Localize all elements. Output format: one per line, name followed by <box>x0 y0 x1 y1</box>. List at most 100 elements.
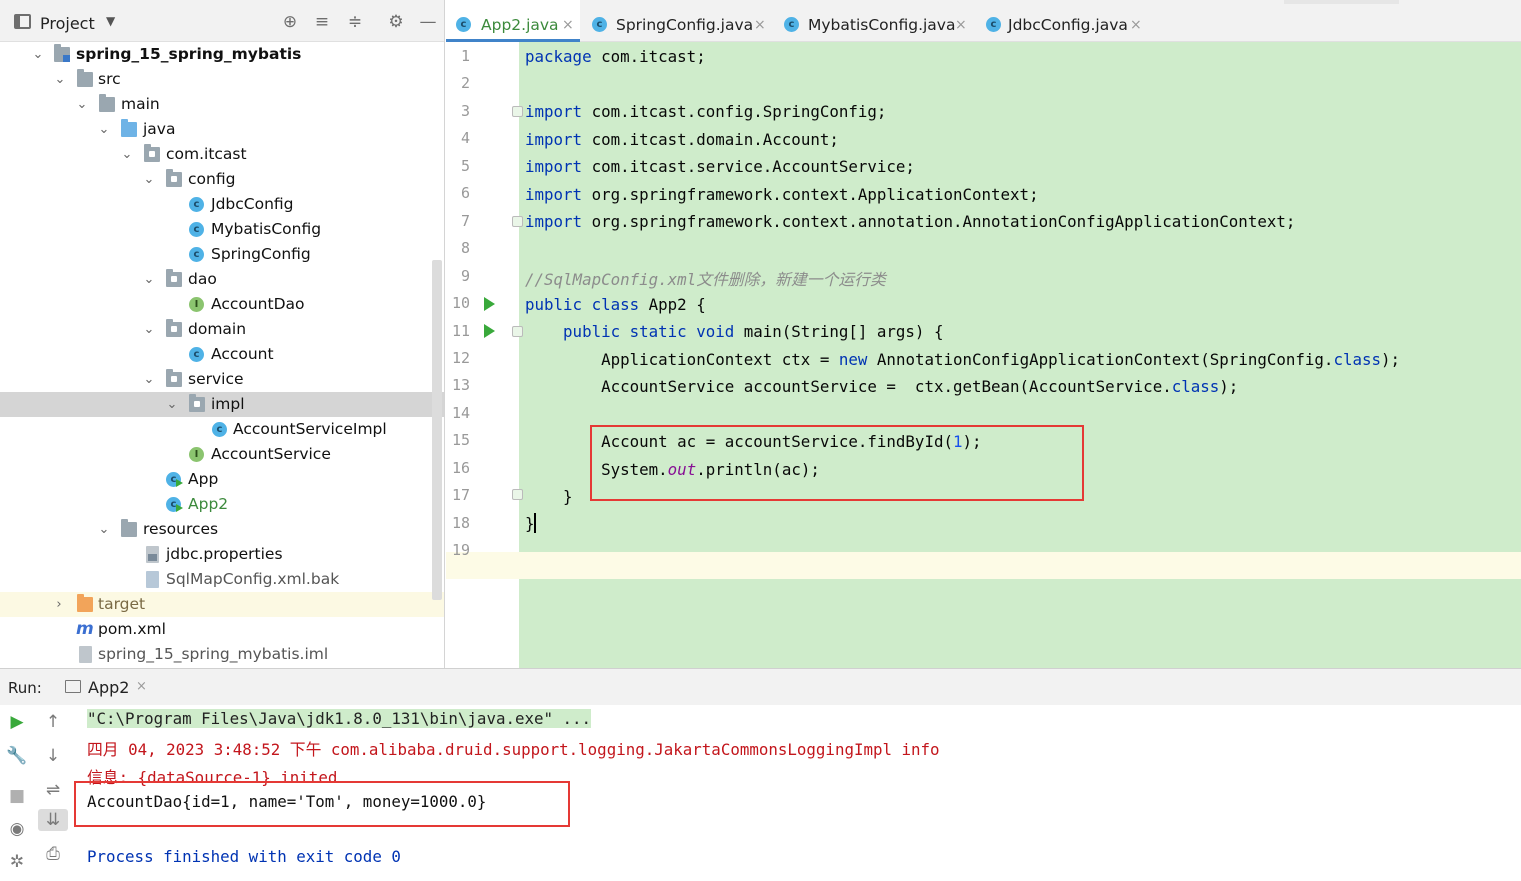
chevron-down-icon[interactable]: ⌄ <box>53 67 67 92</box>
tree-item-resources[interactable]: ⌄ resources <box>0 517 444 542</box>
editor-tab-bar: c App2.java × c SpringConfig.java × c My… <box>446 0 1521 42</box>
tab-jdbcconfig-java[interactable]: c JdbcConfig.java × <box>976 0 1156 42</box>
scroll-to-end-icon[interactable]: ⇊ <box>38 809 68 831</box>
tab-springconfig-java[interactable]: c SpringConfig.java × <box>582 0 772 42</box>
run-gutter-icon[interactable] <box>484 297 495 311</box>
tree-item-service[interactable]: ⌄ service <box>0 367 444 392</box>
project-title[interactable]: Project <box>40 14 95 33</box>
chevron-down-icon[interactable]: ⌄ <box>31 42 45 67</box>
code-line-17: } <box>525 487 573 506</box>
collapse-all-icon[interactable]: ≑ <box>345 12 365 32</box>
chevron-down-icon[interactable]: ⌄ <box>142 167 156 192</box>
tree-item-src[interactable]: ⌄ src <box>0 67 444 92</box>
tree-item-config[interactable]: ⌄ config <box>0 167 444 192</box>
chevron-down-icon[interactable]: ⌄ <box>97 517 111 542</box>
line-number: 19 <box>451 541 470 560</box>
tree-scrollbar[interactable] <box>432 260 442 600</box>
chevron-down-icon[interactable]: ⌄ <box>142 367 156 392</box>
chevron-down-icon[interactable]: ⌄ <box>120 142 134 167</box>
run-gutter-icon[interactable] <box>484 324 495 338</box>
tree-item-label: resources <box>143 520 219 538</box>
close-icon[interactable]: × <box>136 679 147 694</box>
chevron-down-icon[interactable]: ⌄ <box>142 267 156 292</box>
current-line-highlight <box>519 552 1521 579</box>
fold-icon[interactable] <box>512 216 523 227</box>
hide-panel-icon[interactable]: — <box>418 12 438 32</box>
chevron-right-icon[interactable]: › <box>52 592 66 617</box>
camera-icon[interactable]: ◉ <box>6 818 28 840</box>
tree-item-springconfig[interactable]: c SpringConfig <box>0 242 444 267</box>
keyword: class <box>1333 350 1381 369</box>
console-icon <box>65 680 81 693</box>
tree-item-label: pom.xml <box>98 620 166 638</box>
chevron-down-icon[interactable]: ⌄ <box>165 392 179 417</box>
package-icon <box>189 394 205 412</box>
code-text: main(String[] args) { <box>734 322 944 341</box>
line-number: 5 <box>460 156 470 175</box>
arrow-down-icon[interactable]: ↓ <box>42 745 64 767</box>
chevron-down-icon[interactable]: ⌄ <box>142 317 156 342</box>
fold-icon[interactable] <box>512 106 523 117</box>
tree-item-jdbc-properties[interactable]: jdbc.properties <box>0 542 444 567</box>
console-line-log: 四月 04, 2023 3:48:52 下午 com.alibaba.druid… <box>87 740 940 759</box>
module-folder-icon <box>54 44 70 62</box>
tree-item-account[interactable]: c Account <box>0 342 444 367</box>
tree-item-label: spring_15_spring_mybatis <box>76 45 302 63</box>
tab-app2-java[interactable]: c App2.java × <box>446 0 580 42</box>
tab-mybatisconfig-java[interactable]: c MybatisConfig.java × <box>774 0 968 42</box>
soft-wrap-icon[interactable]: ⇌ <box>42 779 64 801</box>
tree-item-jdbcconfig[interactable]: c JdbcConfig <box>0 192 444 217</box>
tree-item-accountserviceimpl[interactable]: c AccountServiceImpl <box>0 417 444 442</box>
tree-item-pom[interactable]: m pom.xml <box>0 617 444 642</box>
code-line-7: import org.springframework.context.annot… <box>525 212 1295 231</box>
tree-item-accountdao[interactable]: I AccountDao <box>0 292 444 317</box>
wrench-icon[interactable]: 🔧 <box>6 745 28 767</box>
tree-item-java[interactable]: ⌄ java <box>0 117 444 142</box>
tree-item-label: spring_15_spring_mybatis.iml <box>98 645 329 663</box>
tree-item-dao[interactable]: ⌄ dao <box>0 267 444 292</box>
line-number: 17 <box>451 486 470 505</box>
properties-file-icon <box>146 546 159 563</box>
tree-item-com-itcast[interactable]: ⌄ com.itcast <box>0 142 444 167</box>
code-line-6: import org.springframework.context.Appli… <box>525 185 1039 204</box>
line-number: 11 <box>451 321 470 340</box>
keyword: public static void <box>525 322 735 341</box>
keyword: public class <box>525 295 640 314</box>
fold-icon[interactable] <box>512 326 523 337</box>
arrow-up-icon[interactable]: ↑ <box>42 711 64 733</box>
chevron-down-icon[interactable]: ⌄ <box>75 92 89 117</box>
annotation-box-code <box>590 425 1084 501</box>
tree-item-mybatisconfig[interactable]: c MybatisConfig <box>0 217 444 242</box>
tree-item-label: App <box>188 470 219 488</box>
tree-item-accountservice[interactable]: I AccountService <box>0 442 444 467</box>
annotation-box-console <box>74 781 570 827</box>
tree-item-module[interactable]: ⌄ spring_15_spring_mybatis <box>0 42 444 67</box>
settings-icon[interactable]: ✲ <box>6 851 28 873</box>
code-text: org.springframework.context.ApplicationC… <box>582 185 1039 204</box>
tree-item-iml[interactable]: spring_15_spring_mybatis.iml <box>0 642 444 667</box>
code-line-12: ApplicationContext ctx = new AnnotationC… <box>525 350 1400 369</box>
expand-all-icon[interactable]: ≡ <box>312 12 332 32</box>
tree-item-main[interactable]: ⌄ main <box>0 92 444 117</box>
tree-item-sqlmapconfig-bak[interactable]: SqlMapConfig.xml.bak <box>0 567 444 592</box>
chevron-down-icon[interactable]: ⌄ <box>97 117 111 142</box>
project-view-icon <box>14 14 31 29</box>
folder-icon <box>99 94 115 112</box>
tree-item-impl[interactable]: ⌄ impl <box>0 392 444 417</box>
fold-icon[interactable] <box>512 489 523 500</box>
tree-item-app2[interactable]: c App2 <box>0 492 444 517</box>
run-tab-app2[interactable]: App2 <box>88 678 129 697</box>
tree-item-app[interactable]: c App <box>0 467 444 492</box>
gear-icon[interactable]: ⚙ <box>386 12 406 32</box>
code-line-9: //SqlMapConfig.xml文件删除，新建一个运行类 <box>525 270 886 289</box>
stop-icon[interactable]: ■ <box>6 785 28 807</box>
tree-item-domain[interactable]: ⌄ domain <box>0 317 444 342</box>
print-icon[interactable]: ⎙ <box>42 843 64 865</box>
class-icon: c <box>592 17 607 32</box>
code-line-13: AccountService accountService = ctx.getB… <box>525 377 1238 396</box>
locate-icon[interactable]: ⊕ <box>280 12 300 32</box>
tree-item-target[interactable]: › target <box>0 592 444 617</box>
chevron-down-icon[interactable]: ▼ <box>106 14 115 28</box>
rerun-icon[interactable]: ▶ <box>6 711 28 733</box>
code-line-10: public class App2 { <box>525 295 706 314</box>
